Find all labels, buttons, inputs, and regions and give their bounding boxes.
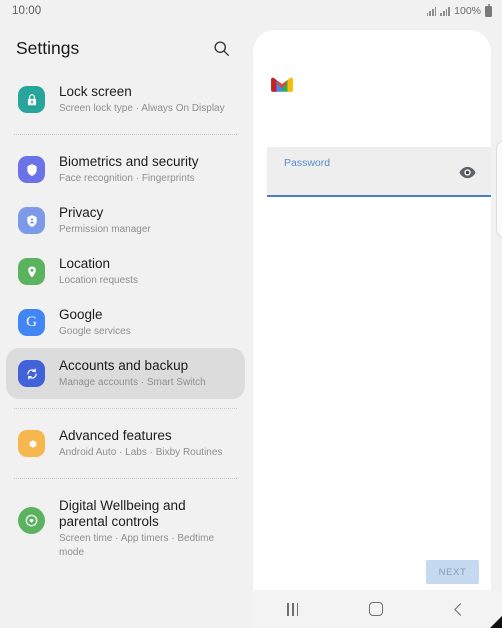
signal-bars-icon-2	[440, 6, 451, 16]
search-icon[interactable]	[209, 36, 233, 60]
settings-group-1: Lock screen Screen lock type · Always On…	[0, 74, 251, 125]
gmail-logo-icon	[271, 76, 293, 98]
page-title: Settings	[16, 37, 80, 58]
home-icon[interactable]	[354, 594, 398, 624]
sidebar-item-location[interactable]: Location Location requests	[6, 246, 245, 297]
sidebar-item-text: Biometrics and security Face recognition…	[45, 153, 199, 186]
phone-screen: 10:00 100% Settings Lock screen Screen l…	[0, 0, 502, 628]
lock-icon	[18, 86, 45, 113]
gmail-pane: Password NEXT	[251, 22, 502, 628]
password-field[interactable]: Password	[267, 147, 491, 197]
sidebar-item-label: Advanced features	[59, 428, 172, 443]
gear-icon	[18, 430, 45, 457]
password-label: Password	[284, 157, 331, 169]
sidebar-item-subtitle: Manage accounts · Smart Switch	[59, 377, 206, 388]
sidebar-item-google[interactable]: G Google Google services	[6, 297, 245, 348]
privacy-shield-person-icon	[18, 207, 45, 234]
sidebar-item-text: Location Location requests	[45, 255, 138, 288]
screen-corner-artifact	[490, 616, 502, 628]
sidebar-item-biometrics-and-security[interactable]: Biometrics and security Face recognition…	[6, 144, 245, 195]
next-button[interactable]: NEXT	[426, 560, 479, 584]
sidebar-item-text: Lock screen Screen lock type · Always On…	[45, 83, 225, 116]
sidebar-item-subtitle: Android Auto · Labs · Bixby Routines	[59, 447, 223, 458]
section-divider-1	[14, 134, 237, 135]
battery-full-icon	[485, 3, 492, 17]
sidebar-item-advanced-features[interactable]: Advanced features Android Auto · Labs · …	[6, 418, 245, 469]
sidebar-item-label: Digital Wellbeing and parental controls	[59, 498, 186, 529]
sidebar-item-subtitle: Location requests	[59, 275, 138, 286]
sidebar-item-privacy[interactable]: Privacy Permission manager	[6, 195, 245, 246]
shield-icon	[18, 156, 45, 183]
sidebar-item-subtitle: Google services	[59, 326, 131, 337]
sidebar-item-label: Accounts and backup	[59, 358, 189, 373]
location-pin-icon	[18, 258, 45, 285]
signal-bars-icon	[426, 6, 437, 16]
navigation-bar	[251, 590, 502, 628]
sidebar-item-text: Digital Wellbeing and parental controls …	[45, 497, 233, 560]
sidebar-item-label: Privacy	[59, 205, 104, 220]
status-clock: 10:00	[12, 5, 42, 17]
sidebar-item-subtitle: Screen time · App timers · Bedtime mode	[59, 533, 215, 558]
gmail-signin-card: Password NEXT	[253, 30, 491, 610]
section-divider-2	[14, 408, 237, 409]
sidebar-item-accounts-and-backup[interactable]: Accounts and backup Manage accounts · Sm…	[6, 348, 245, 399]
recents-icon[interactable]	[271, 594, 315, 624]
settings-header: Settings	[0, 22, 251, 74]
section-divider-3	[14, 478, 237, 479]
sidebar-item-subtitle: Screen lock type · Always On Display	[59, 103, 225, 114]
sync-icon	[18, 360, 45, 387]
sidebar-item-label: Biometrics and security	[59, 154, 199, 169]
sidebar-item-text: Advanced features Android Auto · Labs · …	[45, 427, 222, 460]
wellbeing-heart-icon	[18, 507, 45, 534]
sidebar-item-text: Privacy Permission manager	[45, 204, 151, 237]
eye-icon[interactable]	[457, 164, 477, 180]
sidebar-item-label: Lock screen	[59, 84, 132, 99]
sidebar-item-label: Google	[59, 307, 103, 322]
sidebar-item-digital-wellbeing[interactable]: Digital Wellbeing and parental controls …	[6, 488, 245, 569]
background-card-peek	[496, 140, 502, 238]
settings-group-4: Digital Wellbeing and parental controls …	[0, 488, 251, 569]
sidebar-item-text: Google Google services	[45, 306, 131, 339]
status-indicators: 100%	[426, 3, 492, 17]
settings-pane: Settings Lock screen Screen lock type ·	[0, 22, 251, 628]
sidebar-item-lock-screen[interactable]: Lock screen Screen lock type · Always On…	[6, 74, 245, 125]
sidebar-item-text: Accounts and backup Manage accounts · Sm…	[45, 357, 206, 390]
google-g-icon: G	[18, 309, 45, 336]
status-bar: 10:00 100%	[0, 0, 502, 22]
sidebar-item-subtitle: Face recognition · Fingerprints	[59, 173, 195, 184]
battery-percent-label: 100%	[454, 5, 481, 17]
sidebar-item-label: Location	[59, 256, 111, 271]
back-icon[interactable]	[438, 594, 482, 624]
sidebar-item-subtitle: Permission manager	[59, 224, 151, 235]
settings-group-2: Biometrics and security Face recognition…	[0, 144, 251, 399]
settings-group-3: Advanced features Android Auto · Labs · …	[0, 418, 251, 469]
